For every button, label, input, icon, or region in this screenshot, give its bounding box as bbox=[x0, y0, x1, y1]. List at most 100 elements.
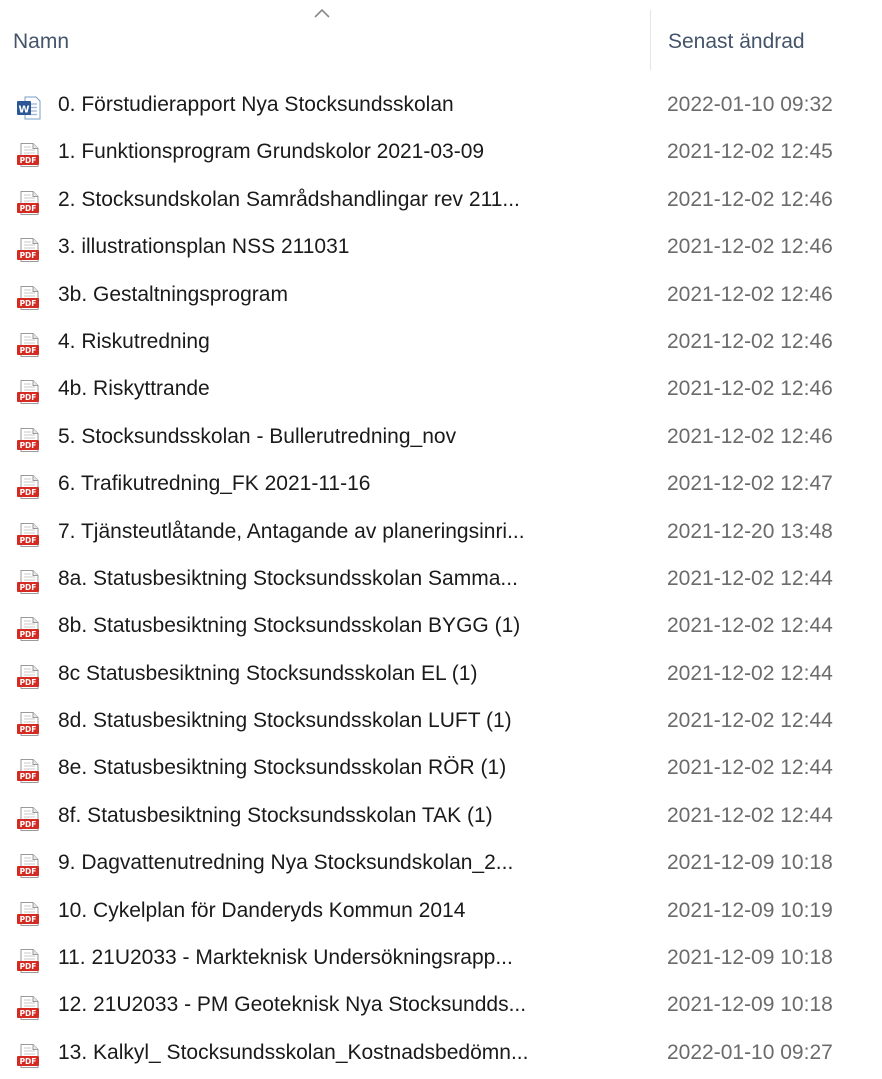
file-name[interactable]: 4. Riskutredning bbox=[58, 330, 210, 354]
file-name[interactable]: 8d. Statusbesiktning Stocksundsskolan LU… bbox=[58, 709, 512, 733]
file-row[interactable]: PDF 8e. Statusbesiktning Stocksundsskolan… bbox=[0, 747, 882, 794]
file-modified-date: 2021-12-02 12:46 bbox=[667, 329, 833, 353]
svg-text:PDF: PDF bbox=[20, 393, 37, 402]
file-row[interactable]: PDF 4. Riskutredning 2021-12-02 12:46 bbox=[0, 321, 882, 368]
svg-text:PDF: PDF bbox=[20, 630, 37, 639]
svg-text:PDF: PDF bbox=[20, 488, 37, 497]
file-modified-date: 2021-12-02 12:47 bbox=[667, 472, 833, 496]
file-name[interactable]: 0. Förstudierapport Nya Stocksundsskolan bbox=[58, 93, 454, 117]
pdf-icon: PDF bbox=[17, 617, 39, 642]
file-name[interactable]: 8a. Statusbesiktning Stocksundsskolan Sa… bbox=[58, 567, 518, 591]
file-name[interactable]: 8c Statusbesiktning Stocksundsskolan EL … bbox=[58, 662, 477, 686]
file-row[interactable]: PDF 3. illustrationsplan NSS 211031 2021-1… bbox=[0, 226, 882, 273]
svg-text:PDF: PDF bbox=[20, 441, 37, 450]
file-row[interactable]: PDF 8b. Statusbesiktning Stocksundsskolan… bbox=[0, 605, 882, 652]
file-row[interactable]: PDF 8c Statusbesiktning Stocksundsskolan … bbox=[0, 653, 882, 700]
file-modified-date: 2021-12-02 12:44 bbox=[667, 756, 833, 780]
svg-text:PDF: PDF bbox=[20, 346, 37, 355]
file-row[interactable]: PDF 12. 21U2033 - PM Geoteknisk Nya Stock… bbox=[0, 984, 882, 1031]
pdf-icon: PDF bbox=[17, 190, 39, 215]
svg-text:PDF: PDF bbox=[20, 156, 37, 165]
file-modified-date: 2021-12-02 12:46 bbox=[667, 377, 833, 401]
pdf-icon: PDF bbox=[17, 285, 39, 310]
pdf-icon: PDF bbox=[17, 854, 39, 879]
file-row[interactable]: PDF 13. Kalkyl_ Stocksundsskolan_Kostnads… bbox=[0, 1032, 882, 1079]
svg-text:W: W bbox=[18, 105, 29, 116]
pdf-icon: PDF bbox=[17, 759, 39, 784]
svg-text:PDF: PDF bbox=[20, 867, 37, 876]
file-row[interactable]: PDF 7. Tjänsteutlåtande, Antagande av pla… bbox=[0, 511, 882, 558]
svg-text:PDF: PDF bbox=[20, 583, 37, 592]
svg-text:PDF: PDF bbox=[20, 725, 37, 734]
file-modified-date: 2021-12-09 10:18 bbox=[667, 946, 833, 970]
file-modified-date: 2021-12-02 12:45 bbox=[667, 140, 833, 164]
file-modified-date: 2021-12-02 12:44 bbox=[667, 661, 833, 685]
file-name[interactable]: 7. Tjänsteutlåtande, Antagande av planer… bbox=[58, 520, 525, 544]
file-row[interactable]: PDF 2. Stocksundskolan Samrådshandlingar … bbox=[0, 179, 882, 226]
pdf-icon: PDF bbox=[17, 901, 39, 926]
svg-text:PDF: PDF bbox=[20, 962, 37, 971]
column-divider[interactable] bbox=[650, 10, 651, 70]
file-name[interactable]: 8b. Statusbesiktning Stocksundsskolan BY… bbox=[58, 614, 520, 638]
pdf-icon: PDF bbox=[17, 806, 39, 831]
file-row[interactable]: PDF 3b. Gestaltningsprogram 2021-12-02 12:… bbox=[0, 274, 882, 321]
file-name[interactable]: 12. 21U2033 - PM Geoteknisk Nya Stocksun… bbox=[58, 993, 526, 1017]
file-name[interactable]: 1. Funktionsprogram Grundskolor 2021-03-… bbox=[58, 140, 484, 164]
file-modified-date: 2021-12-02 12:44 bbox=[667, 566, 833, 590]
pdf-icon: PDF bbox=[17, 949, 39, 974]
file-modified-date: 2022-01-10 09:27 bbox=[667, 1040, 833, 1064]
file-modified-date: 2021-12-02 12:46 bbox=[667, 235, 833, 259]
file-name[interactable]: 6. Trafikutredning_FK 2021-11-16 bbox=[58, 472, 370, 496]
svg-text:PDF: PDF bbox=[20, 678, 37, 687]
file-name[interactable]: 9. Dagvattenutredning Nya Stocksundskola… bbox=[58, 851, 513, 875]
file-modified-date: 2022-01-10 09:32 bbox=[667, 93, 833, 116]
file-row[interactable]: PDF 8a. Statusbesiktning Stocksundsskolan… bbox=[0, 558, 882, 605]
file-row[interactable]: PDF 8f. Statusbesiktning Stocksundsskolan… bbox=[0, 795, 882, 842]
svg-text:PDF: PDF bbox=[20, 536, 37, 545]
word-icon: W bbox=[17, 96, 41, 120]
file-row[interactable]: PDF 6. Trafikutredning_FK 2021-11-16 2021-… bbox=[0, 463, 882, 510]
file-row[interactable]: W 0. Förstudierapport Nya Stocksundsskola… bbox=[0, 84, 882, 131]
pdf-icon: PDF bbox=[17, 712, 39, 737]
file-row[interactable]: PDF 4b. Riskyttrande 2021-12-02 12:46 bbox=[0, 368, 882, 415]
svg-text:PDF: PDF bbox=[20, 1057, 37, 1066]
file-modified-date: 2021-12-02 12:44 bbox=[667, 614, 833, 638]
svg-text:PDF: PDF bbox=[20, 204, 37, 213]
pdf-icon: PDF bbox=[17, 1043, 39, 1068]
file-modified-date: 2021-12-02 12:44 bbox=[667, 709, 833, 733]
pdf-icon: PDF bbox=[17, 569, 39, 594]
file-modified-date: 2021-12-02 12:46 bbox=[667, 424, 833, 448]
file-row[interactable]: PDF 1. Funktionsprogram Grundskolor 2021-… bbox=[0, 131, 882, 178]
file-name[interactable]: 8e. Statusbesiktning Stocksundsskolan RÖ… bbox=[58, 756, 506, 780]
file-name[interactable]: 13. Kalkyl_ Stocksundsskolan_Kostnadsbed… bbox=[58, 1041, 528, 1065]
file-modified-date: 2021-12-02 12:46 bbox=[667, 187, 833, 211]
pdf-icon: PDF bbox=[17, 380, 39, 405]
file-name[interactable]: 2. Stocksundskolan Samrådshandlingar rev… bbox=[58, 188, 520, 212]
file-row[interactable]: PDF 11. 21U2033 - Markteknisk Undersöknin… bbox=[0, 937, 882, 984]
svg-text:PDF: PDF bbox=[20, 915, 37, 924]
file-name[interactable]: 3. illustrationsplan NSS 211031 bbox=[58, 235, 349, 259]
sort-ascending-icon[interactable] bbox=[313, 8, 331, 18]
file-row[interactable]: PDF 10. Cykelplan för Danderyds Kommun 20… bbox=[0, 890, 882, 937]
file-name[interactable]: 3b. Gestaltningsprogram bbox=[58, 283, 288, 307]
pdf-icon: PDF bbox=[17, 427, 39, 452]
file-name[interactable]: 4b. Riskyttrande bbox=[58, 377, 210, 401]
file-modified-date: 2021-12-09 10:18 bbox=[667, 993, 833, 1017]
file-modified-date: 2021-12-20 13:48 bbox=[667, 519, 833, 543]
svg-text:PDF: PDF bbox=[20, 251, 37, 260]
pdf-icon: PDF bbox=[17, 475, 39, 500]
svg-text:PDF: PDF bbox=[20, 299, 37, 308]
column-header-date-modified[interactable]: Senast ändrad bbox=[668, 30, 805, 54]
svg-text:PDF: PDF bbox=[20, 1009, 37, 1018]
file-name[interactable]: 8f. Statusbesiktning Stocksundsskolan TA… bbox=[58, 804, 493, 828]
column-header-name[interactable]: Namn bbox=[13, 30, 69, 54]
pdf-icon: PDF bbox=[17, 238, 39, 263]
file-name[interactable]: 5. Stocksundsskolan - Bullerutredning_no… bbox=[58, 425, 456, 449]
file-row[interactable]: PDF 9. Dagvattenutredning Nya Stocksundsk… bbox=[0, 842, 882, 889]
file-name[interactable]: 11. 21U2033 - Markteknisk Undersökningsr… bbox=[58, 946, 513, 970]
file-name[interactable]: 10. Cykelplan för Danderyds Kommun 2014 bbox=[58, 899, 465, 923]
file-row[interactable]: PDF 8d. Statusbesiktning Stocksundsskolan… bbox=[0, 700, 882, 747]
file-modified-date: 2021-12-09 10:19 bbox=[667, 898, 833, 922]
file-row[interactable]: PDF 5. Stocksundsskolan - Bullerutredning… bbox=[0, 416, 882, 463]
file-list: W 0. Förstudierapport Nya Stocksundsskola… bbox=[0, 84, 882, 1079]
